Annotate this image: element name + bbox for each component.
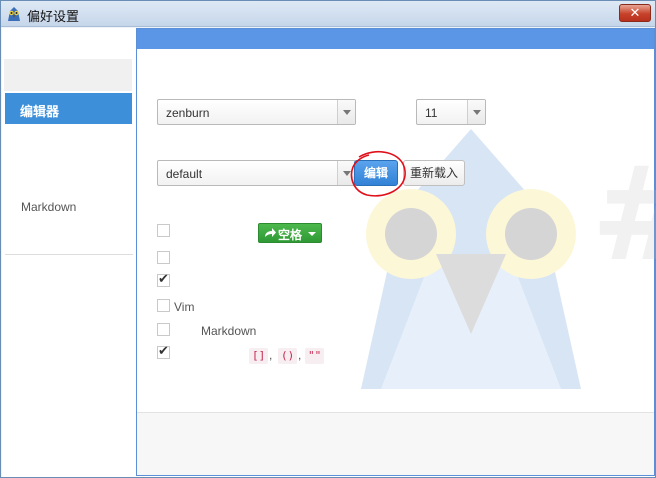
settings-panel: # zenburn 11 default 编辑 重新载入 (136, 28, 656, 476)
space-button-label: 空格 (278, 228, 303, 242)
edit-button[interactable]: 编辑 (354, 160, 398, 186)
bracket-tag-square: [] (249, 348, 269, 364)
caret-down-icon (308, 232, 316, 236)
font-size-select[interactable]: 11 (416, 99, 486, 125)
markdown-label: Markdown (201, 324, 257, 338)
vim-label: Vim (174, 300, 195, 314)
keymap-select-value: default (166, 167, 203, 181)
option-checkbox-markdown[interactable] (157, 323, 170, 336)
preferences-window: 偏好设置 ✕ 编辑器 Markdown # zenburn (0, 0, 656, 478)
theme-select[interactable]: zenburn (157, 99, 356, 125)
option-checkbox-1[interactable] (157, 224, 170, 237)
window-title: 偏好设置 (27, 10, 80, 25)
chevron-down-icon (337, 161, 355, 185)
sidebar-item-editor[interactable]: 编辑器 (5, 93, 132, 124)
sidebar-divider (5, 254, 133, 255)
theme-select-value: zenburn (166, 106, 210, 120)
keymap-select[interactable]: default (157, 160, 356, 186)
option-checkbox-vim[interactable] (157, 299, 170, 312)
separator: , (298, 348, 302, 362)
share-arrow-icon (265, 228, 276, 237)
panel-footer (137, 412, 654, 475)
space-button[interactable]: 空格 (258, 223, 322, 243)
sidebar-item-blank[interactable] (4, 59, 132, 91)
close-button[interactable]: ✕ (619, 4, 651, 22)
title-bar[interactable]: 偏好设置 ✕ (1, 1, 655, 27)
separator: , (269, 348, 273, 362)
option-checkbox-brackets[interactable]: ✔ (157, 343, 170, 359)
bracket-tag-quote: "" (305, 348, 325, 364)
reload-button[interactable]: 重新载入 (403, 160, 465, 186)
mascot-watermark-icon: # (361, 129, 656, 389)
content-area: 编辑器 Markdown # zenburn 11 (2, 28, 656, 477)
chevron-down-icon (337, 100, 355, 124)
sidebar-item-markdown[interactable]: Markdown (5, 196, 132, 220)
app-mascot-icon (8, 7, 20, 21)
svg-text:#: # (591, 138, 656, 290)
checkmark-icon: ✔ (158, 271, 169, 286)
checkmark-icon: ✔ (158, 343, 169, 358)
bracket-tag-round: () (278, 348, 298, 364)
option-checkbox-2[interactable] (157, 251, 170, 264)
chevron-down-icon (467, 100, 485, 124)
panel-header (137, 29, 654, 49)
font-size-select-value: 11 (425, 106, 438, 120)
option-checkbox-3[interactable]: ✔ (157, 271, 170, 287)
